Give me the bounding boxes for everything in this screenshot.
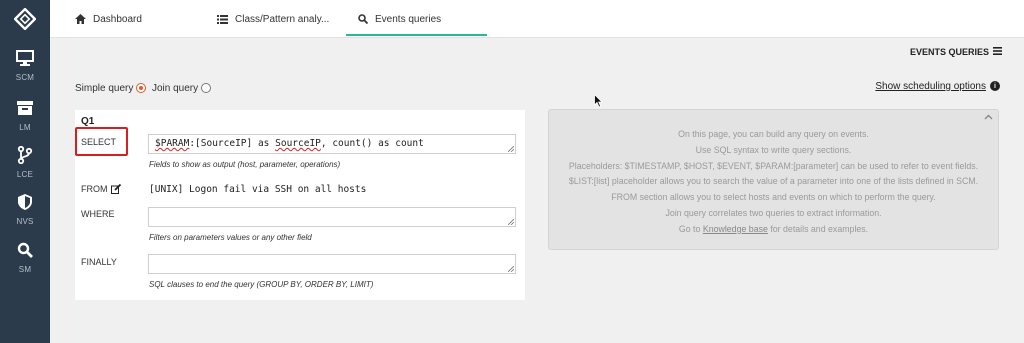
help-line: Go to Knowledge base for details and exa… <box>549 222 998 238</box>
tab-dashboard[interactable]: Dashboard <box>75 0 142 38</box>
help-text-pre: Go to <box>678 223 703 234</box>
tab-label: Dashboard <box>93 13 142 25</box>
query-title: Q1 <box>81 116 95 127</box>
help-line: $LIST:[list] placeholder allows you to s… <box>568 176 979 187</box>
simple-query-radio[interactable]: Simple query <box>75 81 147 95</box>
finally-input[interactable] <box>148 254 516 274</box>
menu-label: EVENTS QUERIES <box>909 47 989 57</box>
sidebar-item-lce[interactable]: LCE <box>0 141 50 187</box>
help-line: FROM section allows you to select hosts … <box>611 192 936 203</box>
edit-icon[interactable] <box>110 184 121 194</box>
select-label: SELECT <box>81 137 117 147</box>
join-query-radio[interactable]: Join query <box>152 81 212 95</box>
help-text-post: for details and examples. <box>767 223 869 234</box>
tab-label: Class/Pattern analy... <box>235 13 330 25</box>
sidebar: SCM LM LCE NVS SM <box>0 0 50 343</box>
help-line: On this page, you can build any query on… <box>678 129 869 139</box>
show-scheduling-options-link[interactable]: Show scheduling options <box>875 81 986 92</box>
radio-selected-icon[interactable] <box>136 83 147 93</box>
help-line: Placeholders: $TIMESTAMP, $HOST, $EVENT,… <box>568 160 979 171</box>
archive-box-icon <box>15 98 35 118</box>
simple-query-label: Simple query <box>75 82 134 94</box>
select-value-rest: , count() as count <box>320 138 424 149</box>
from-label-group: FROM <box>81 184 121 194</box>
select-value-mid: :[SourceIP] as <box>189 138 276 149</box>
chevron-up-icon[interactable] <box>984 112 993 122</box>
sidebar-item-label: LM <box>19 123 31 132</box>
radio-unselected-icon[interactable] <box>201 83 212 93</box>
select-hint: Fields to show as output (host, paramete… <box>149 160 341 169</box>
where-label: WHERE <box>81 209 115 219</box>
home-icon <box>75 14 86 24</box>
finally-hint: SQL clauses to end the query (GROUP BY, … <box>149 280 374 289</box>
select-input[interactable]: $PARAM:[SourceIP] as SourceIP, count() a… <box>148 134 516 154</box>
branch-icon <box>15 145 35 165</box>
sidebar-item-label: SM <box>18 265 32 274</box>
select-value-param: $PARAM <box>155 138 190 149</box>
resize-grip-icon[interactable] <box>508 219 514 225</box>
help-line: Join query correlates two queries to ext… <box>665 207 882 218</box>
help-text: On this page, you can build any query on… <box>549 127 998 238</box>
search-icon <box>358 14 368 24</box>
diamond-logo-icon <box>14 8 36 30</box>
shield-icon <box>15 192 35 212</box>
help-info-box: On this page, you can build any query on… <box>548 109 999 250</box>
list-icon <box>217 14 228 24</box>
tab-bar: Dashboard Class/Pattern analy... Events … <box>50 0 1024 38</box>
hamburger-menu-icon <box>993 47 1002 57</box>
resize-grip-icon[interactable] <box>508 146 514 152</box>
where-input[interactable] <box>148 207 516 227</box>
page-header <box>50 39 1024 69</box>
join-query-label: Join query <box>152 82 199 94</box>
tab-label: Events queries <box>375 13 442 25</box>
sidebar-item-label: NVS <box>16 217 34 226</box>
monitor-icon <box>15 48 35 68</box>
from-value[interactable]: [UNIX] Logon fail via SSH on all hosts <box>149 184 366 195</box>
select-value-alias: SourceIP <box>275 138 321 149</box>
help-line: Use SQL syntax to write query sections. <box>695 144 852 155</box>
tab-events-queries[interactable]: Events queries <box>346 0 487 38</box>
sidebar-item-label: SCM <box>15 73 35 82</box>
search-icon <box>15 240 35 260</box>
finally-label: FINALLY <box>81 257 117 267</box>
sidebar-item-label: LCE <box>16 170 34 179</box>
mouse-cursor-icon <box>594 94 603 108</box>
sidebar-item-scm[interactable]: SCM <box>0 44 50 90</box>
sidebar-item-nvs[interactable]: NVS <box>0 188 50 234</box>
query-panel: Q1 SELECT $PARAM:[SourceIP] as SourceIP,… <box>75 110 525 300</box>
knowledge-base-link[interactable]: Knowledge base <box>703 224 768 234</box>
sidebar-item-sm[interactable]: SM <box>0 236 50 282</box>
sidebar-item-lm[interactable]: LM <box>0 94 50 140</box>
where-hint: Filters on parameters values or any othe… <box>149 233 312 242</box>
events-queries-menu-button[interactable]: EVENTS QUERIES <box>910 47 1002 57</box>
tab-class-pattern[interactable]: Class/Pattern analy... <box>217 0 329 38</box>
from-label: FROM <box>81 184 108 194</box>
info-icon[interactable]: i <box>990 81 1000 91</box>
resize-grip-icon[interactable] <box>508 266 514 272</box>
app-logo[interactable] <box>0 0 50 38</box>
